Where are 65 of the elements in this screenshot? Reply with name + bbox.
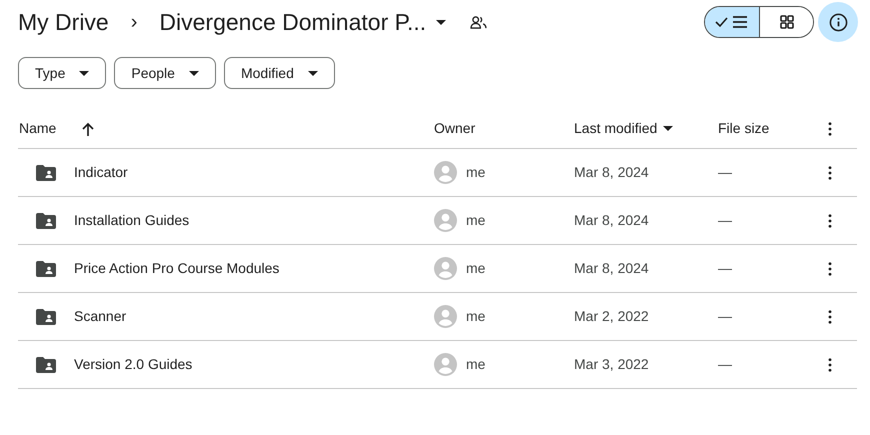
avatar-icon: [434, 257, 457, 280]
owner-name: me: [466, 355, 486, 374]
filter-chip[interactable]: Modified: [224, 57, 335, 89]
view-toggle-option[interactable]: [705, 7, 759, 37]
checked-list-icon: [715, 15, 749, 29]
sort-direction-button[interactable]: [80, 120, 96, 136]
file-name: Scanner: [74, 307, 126, 326]
modified-date: Mar 3, 2022: [574, 356, 649, 372]
avatar-icon: [434, 305, 457, 328]
avatar-icon: [434, 161, 457, 184]
shared-folder-icon: [36, 212, 56, 228]
file-size: —: [718, 212, 732, 228]
file-name: Version 2.0 Guides: [74, 355, 192, 374]
more-icon: [828, 358, 832, 372]
file-row[interactable]: Installation Guides me Mar 8, 2024 —: [18, 197, 857, 245]
file-row[interactable]: Version 2.0 Guides me Mar 3, 2022 —: [18, 341, 857, 389]
grid-icon: [780, 15, 794, 29]
shared-folder-icon: [36, 164, 56, 180]
avatar-icon: [434, 209, 457, 232]
shared-people-icon: [470, 16, 488, 28]
file-name: Installation Guides: [74, 211, 190, 230]
file-row[interactable]: Price Action Pro Course Modules me Mar 8, 2024 —: [18, 245, 857, 293]
more-icon: [828, 122, 832, 136]
more-icon: [828, 166, 832, 180]
modified-date: Mar 8, 2024: [574, 260, 649, 276]
owner-name: me: [466, 211, 486, 230]
file-size: —: [718, 260, 732, 276]
column-header[interactable]: Name: [19, 118, 56, 139]
owner-name: me: [466, 163, 486, 182]
breadcrumb-separator: ›: [130, 10, 138, 35]
shared-folder-icon: [36, 260, 56, 276]
file-row[interactable]: Indicator me Mar 8, 2024 —: [18, 149, 857, 197]
shared-folder-icon: [36, 308, 56, 324]
more-icon: [828, 262, 832, 276]
file-size: —: [718, 164, 732, 180]
view-toggle-option[interactable]: [759, 7, 813, 37]
avatar-icon: [434, 353, 457, 376]
caret-icon: [79, 70, 90, 76]
caret-icon: [663, 126, 674, 131]
more-icon: [828, 310, 832, 324]
file-size: —: [718, 356, 732, 372]
filter-chip[interactable]: People: [114, 57, 216, 89]
shared-folder-icon: [36, 356, 56, 372]
file-name: Indicator: [74, 163, 128, 182]
caret-icon: [188, 70, 199, 76]
modified-date: Mar 8, 2024: [574, 164, 649, 180]
info-icon: [828, 12, 848, 32]
caret-icon: [308, 70, 318, 76]
more-icon: [828, 214, 832, 228]
column-header: Owner: [434, 119, 476, 138]
modified-date: Mar 8, 2024: [574, 212, 649, 228]
file-row[interactable]: Scanner me Mar 2, 2022 —: [18, 293, 857, 341]
column-header[interactable]: Last modified: [574, 118, 674, 139]
column-header: File size: [718, 119, 770, 138]
owner-name: me: [466, 259, 486, 278]
folder-title-dropdown[interactable]: Divergence Dominator P...: [159, 4, 446, 40]
caret-icon: [436, 20, 446, 24]
file-size: —: [718, 308, 732, 324]
modified-date: Mar 2, 2022: [574, 308, 649, 324]
breadcrumb-root[interactable]: My Drive: [18, 4, 109, 40]
arrow-up-icon: [82, 122, 94, 136]
file-name: Price Action Pro Course Modules: [74, 259, 280, 278]
filter-chip[interactable]: Type: [18, 57, 106, 89]
owner-name: me: [466, 307, 486, 326]
details-button[interactable]: [818, 2, 858, 42]
